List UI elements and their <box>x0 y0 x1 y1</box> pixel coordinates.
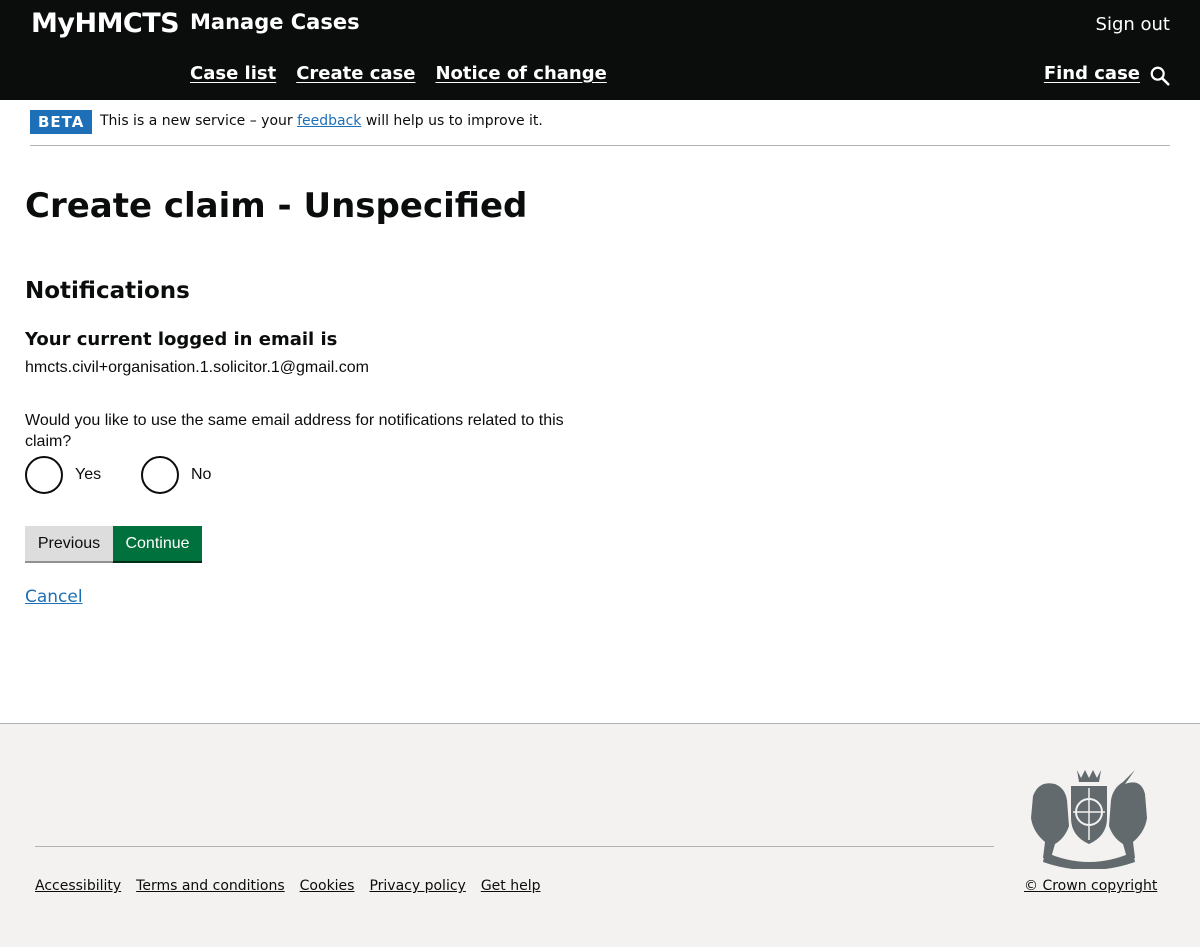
nav-create-case[interactable]: Create case <box>296 63 415 84</box>
royal-coat-of-arms-icon <box>1031 770 1147 869</box>
radio-yes-circle[interactable] <box>25 456 63 494</box>
section-heading: Notifications <box>25 278 190 304</box>
footer-divider <box>35 846 994 847</box>
continue-button[interactable]: Continue <box>113 526 202 561</box>
footer-cookies-link[interactable]: Cookies <box>300 878 355 894</box>
search-icon[interactable] <box>1149 65 1171 87</box>
radio-yes[interactable]: Yes <box>25 456 101 494</box>
footer-privacy-link[interactable]: Privacy policy <box>369 878 465 894</box>
email-label: Your current logged in email is <box>25 329 338 350</box>
beta-message: This is a new service – your feedback wi… <box>100 113 543 129</box>
previous-button[interactable]: Previous <box>25 526 113 561</box>
beta-banner: BETA This is a new service – your feedba… <box>30 100 1170 146</box>
brand-logo[interactable]: MyHMCTS <box>31 8 180 39</box>
crown-copyright-link[interactable]: © Crown copyright <box>1024 878 1157 894</box>
radio-no-circle[interactable] <box>141 456 179 494</box>
email-value: hmcts.civil+organisation.1.solicitor.1@g… <box>25 359 369 376</box>
page-title: Create claim - Unspecified <box>25 186 528 226</box>
radio-no[interactable]: No <box>141 456 211 494</box>
radio-no-label[interactable]: No <box>191 466 211 484</box>
cancel-link[interactable]: Cancel <box>25 587 83 607</box>
sign-out-link[interactable]: Sign out <box>1096 14 1170 35</box>
beta-tag: BETA <box>30 110 93 134</box>
footer-terms-link[interactable]: Terms and conditions <box>136 878 285 894</box>
footer-links: Accessibility Terms and conditions Cooki… <box>35 878 541 894</box>
site-footer: Accessibility Terms and conditions Cooki… <box>0 723 1200 947</box>
beta-text-before: This is a new service – your <box>100 113 293 129</box>
primary-nav: Case list Create case Notice of change <box>190 63 607 84</box>
site-header: MyHMCTS Manage Cases Sign out Case list … <box>0 0 1200 100</box>
footer-accessibility-link[interactable]: Accessibility <box>35 878 121 894</box>
find-case-link[interactable]: Find case <box>1044 63 1140 84</box>
feedback-link[interactable]: feedback <box>297 113 361 129</box>
radio-yes-label[interactable]: Yes <box>75 466 101 484</box>
footer-help-link[interactable]: Get help <box>481 878 541 894</box>
notification-question: Would you like to use the same email add… <box>25 412 564 450</box>
beta-text-after: will help us to improve it. <box>365 113 543 129</box>
nav-case-list[interactable]: Case list <box>190 63 276 84</box>
nav-notice-of-change[interactable]: Notice of change <box>435 63 606 84</box>
service-name[interactable]: Manage Cases <box>190 10 360 34</box>
